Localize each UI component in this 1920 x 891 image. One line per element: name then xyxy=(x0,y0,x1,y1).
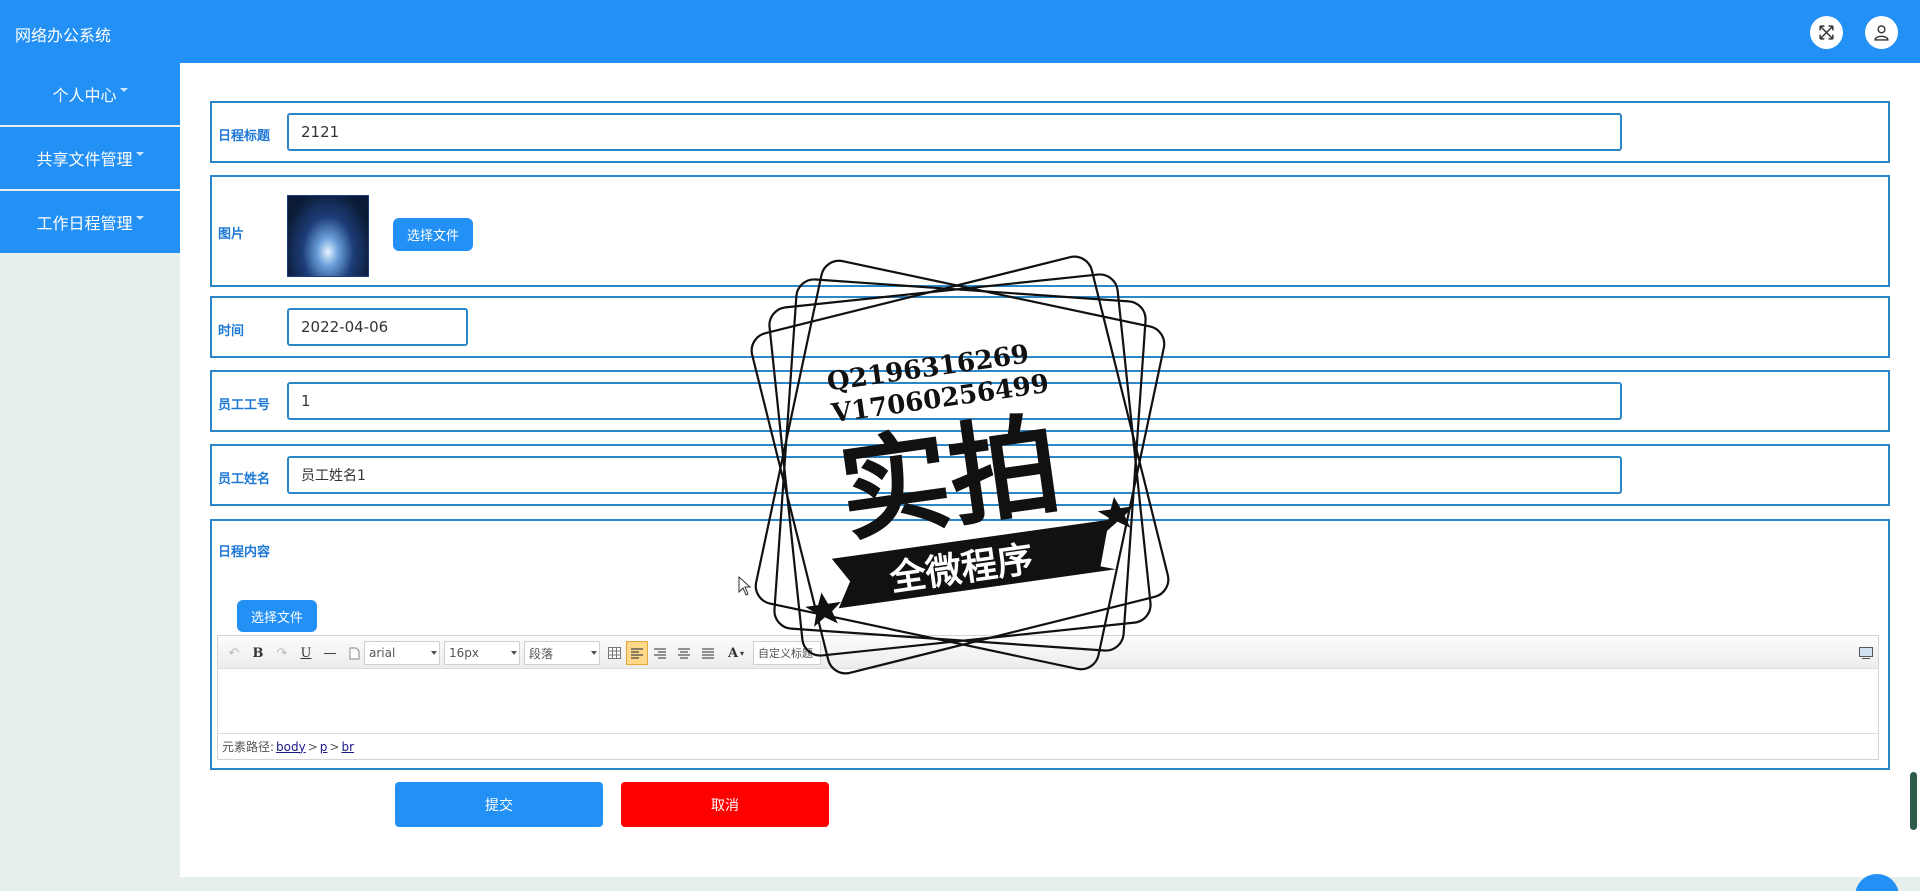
custom-title-select[interactable]: 自定义标题 xyxy=(753,641,821,665)
fullscreen-button[interactable] xyxy=(1810,16,1843,49)
employee-name-row: 员工姓名 员工姓名1 xyxy=(210,444,1890,506)
title-label: 日程标题 xyxy=(218,129,271,144)
top-bar: 网络办公系统 xyxy=(0,0,1920,63)
title-row: 日程标题 2121 xyxy=(210,101,1890,163)
caret-down-icon xyxy=(135,152,144,156)
redo-icon[interactable]: ↷ xyxy=(274,644,290,662)
editor-content-area[interactable] xyxy=(218,670,1878,732)
table-icon[interactable] xyxy=(606,644,622,662)
bold-button[interactable]: B xyxy=(250,644,266,662)
image-row: 图片 选择文件 xyxy=(210,175,1890,287)
page-scrollbar-thumb[interactable] xyxy=(1910,772,1917,830)
image-thumbnail xyxy=(287,195,369,277)
cancel-button[interactable]: 取消 xyxy=(621,782,829,827)
document-icon[interactable] xyxy=(346,644,362,662)
html-source-icon[interactable] xyxy=(1858,644,1874,662)
element-path-label: 元素路径: xyxy=(222,740,275,754)
font-family-select[interactable]: arial xyxy=(364,641,440,665)
date-input[interactable]: 2022-04-06 xyxy=(287,308,468,346)
choose-content-file-button[interactable]: 选择文件 xyxy=(237,600,317,632)
caret-down-icon xyxy=(119,88,128,92)
editor-status-bar: 元素路径: body > p > br xyxy=(218,733,1878,759)
sidebar: 个人中心 共享文件管理 工作日程管理 xyxy=(0,63,180,255)
submit-button[interactable]: 提交 xyxy=(395,782,603,827)
path-br-link[interactable]: br xyxy=(341,740,354,754)
title-input[interactable]: 2121 xyxy=(287,113,1622,151)
font-size-select[interactable]: 16px xyxy=(444,641,520,665)
editor-toolbar: ↶ B ↷ U — arial 16px 段落 A ▾ 自定义标题 xyxy=(218,636,1878,669)
align-center-icon[interactable] xyxy=(676,644,692,662)
paragraph-value: 段落 xyxy=(529,646,554,661)
path-separator: > xyxy=(329,739,340,754)
font-color-label: A xyxy=(727,645,739,661)
paragraph-select[interactable]: 段落 xyxy=(524,641,600,665)
sidebar-item-label: 共享文件管理 xyxy=(36,150,133,169)
sidebar-item-work-schedule[interactable]: 工作日程管理 xyxy=(0,191,180,253)
path-p-link[interactable]: p xyxy=(320,740,328,754)
undo-icon[interactable]: ↶ xyxy=(226,644,242,662)
employee-id-row: 员工工号 1 xyxy=(210,370,1890,432)
font-color-button[interactable]: A ▾ xyxy=(723,644,749,662)
sidebar-item-shared-files[interactable]: 共享文件管理 xyxy=(0,127,180,189)
underline-button[interactable]: U xyxy=(298,644,314,662)
path-separator: > xyxy=(307,739,318,754)
time-row: 时间 2022-04-06 xyxy=(210,296,1890,358)
app-title: 网络办公系统 xyxy=(15,26,112,45)
sidebar-item-label: 个人中心 xyxy=(52,86,117,105)
sidebar-item-personal-center[interactable]: 个人中心 xyxy=(0,63,180,125)
choose-image-button[interactable]: 选择文件 xyxy=(393,218,473,251)
fullscreen-icon xyxy=(1819,25,1834,40)
align-justify-icon[interactable] xyxy=(700,644,716,662)
sidebar-item-label: 工作日程管理 xyxy=(36,214,133,233)
font-size-value: 16px xyxy=(449,646,479,660)
path-body-link[interactable]: body xyxy=(276,740,306,754)
content-row: 日程内容 选择文件 ↶ B ↷ U — arial 16px 段落 A ▾ 自定… xyxy=(210,519,1890,770)
horizontal-rule-icon[interactable]: — xyxy=(322,644,338,662)
main-panel: 日程标题 2121 图片 选择文件 时间 2022-04-06 员工工号 1 员… xyxy=(180,63,1920,877)
rich-text-editor: ↶ B ↷ U — arial 16px 段落 A ▾ 自定义标题 元素路径: … xyxy=(217,635,1879,760)
mouse-cursor-icon xyxy=(738,576,752,596)
content-label: 日程内容 xyxy=(218,545,271,560)
align-right-icon[interactable] xyxy=(652,644,668,662)
employee-name-input[interactable]: 员工姓名1 xyxy=(287,456,1622,494)
employee-id-label: 员工工号 xyxy=(218,398,271,413)
custom-title-value: 自定义标题 xyxy=(758,647,813,660)
font-family-value: arial xyxy=(369,646,396,660)
user-avatar-button[interactable] xyxy=(1865,16,1898,49)
caret-down-icon xyxy=(135,216,144,220)
time-label: 时间 xyxy=(218,324,245,339)
image-label: 图片 xyxy=(218,227,245,242)
align-left-button[interactable] xyxy=(626,641,648,665)
user-icon xyxy=(1874,25,1889,41)
employee-name-label: 员工姓名 xyxy=(218,472,271,487)
employee-id-input[interactable]: 1 xyxy=(287,382,1622,420)
